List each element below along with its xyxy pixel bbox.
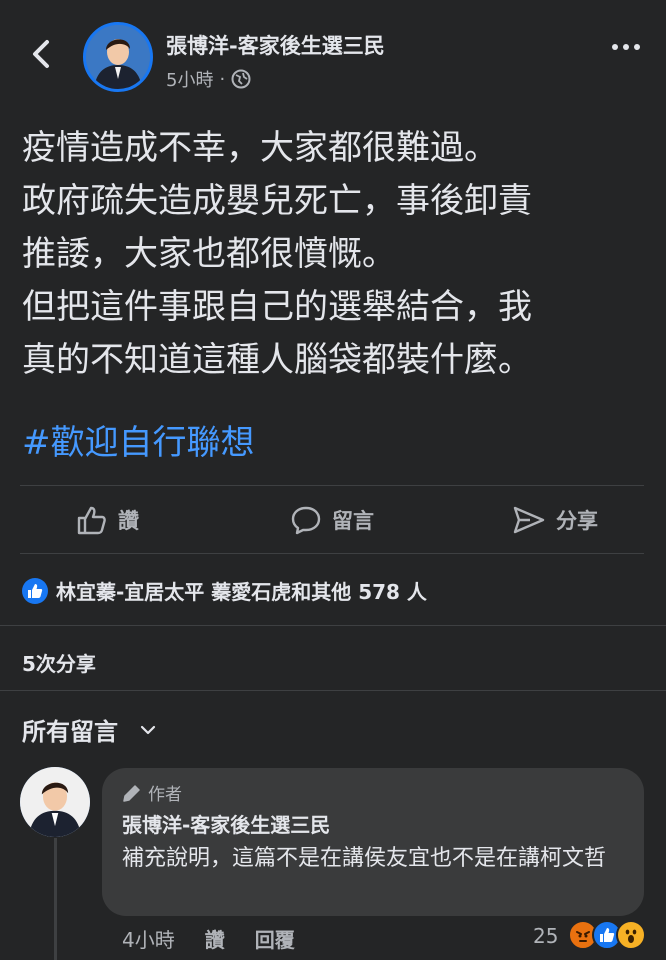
share-label: 分享: [556, 509, 598, 533]
commenter-avatar[interactable]: [20, 767, 90, 837]
comment-reply-button[interactable]: 回覆: [255, 924, 295, 953]
comments-filter[interactable]: 所有留言: [22, 712, 156, 747]
reactions-summary[interactable]: 林宜蓁-宜居太平 蓁愛石虎和其他 578 人: [22, 576, 427, 605]
divider: [20, 553, 644, 554]
meta-separator: ·: [219, 68, 226, 90]
post-line: 真的不知道這種人腦袋都裝什麼。: [22, 340, 532, 380]
thumbs-up-icon: [77, 506, 106, 535]
thread-line: [54, 838, 57, 960]
author-avatar[interactable]: [83, 22, 153, 92]
post-line: 推諉，大家也都很憤慨。: [22, 234, 396, 274]
globe-icon: [231, 69, 251, 89]
wow-reaction-icon: [616, 920, 646, 950]
pencil-icon: [123, 784, 140, 802]
like-reaction-icon: [22, 577, 48, 604]
reactions-text: 林宜蓁-宜居太平 蓁愛石虎和其他 578 人: [56, 580, 427, 604]
comment-reaction-count[interactable]: 25: [533, 924, 558, 948]
dot-icon: [612, 44, 618, 50]
more-options-button[interactable]: [612, 44, 640, 50]
post-meta: 5小時 ·: [166, 66, 251, 92]
author-badge-label: 作者: [148, 785, 182, 805]
chevron-down-icon: [140, 725, 156, 734]
author-name[interactable]: 張博洋-客家後生選三民: [166, 30, 385, 60]
comment-bubble[interactable]: 作者 張博洋-客家後生選三民 補充說明，這篇不是在講侯友宜也不是在講柯文哲: [102, 768, 644, 916]
avatar-image: [20, 767, 90, 837]
share-icon: [513, 506, 545, 534]
shares-count[interactable]: 5次分享: [22, 648, 96, 677]
back-button[interactable]: [26, 34, 56, 74]
comment-like-button[interactable]: 讚: [205, 924, 225, 953]
comment-label: 留言: [332, 509, 374, 533]
comment-icon: [291, 506, 321, 535]
post-line: 疫情造成不幸，大家都很難過。: [22, 128, 498, 168]
like-button[interactable]: 讚: [76, 500, 139, 540]
commenter-name[interactable]: 張博洋-客家後生選三民: [122, 809, 624, 838]
comment-reactions[interactable]: [568, 920, 646, 950]
avatar-image: [86, 25, 150, 89]
hashtag-link[interactable]: #歡迎自行聯想: [22, 415, 255, 464]
comment-text: 補充說明，這篇不是在講侯友宜也不是在講柯文哲: [122, 846, 607, 871]
dot-icon: [634, 44, 640, 50]
chevron-left-icon: [33, 40, 49, 68]
share-button[interactable]: 分享: [512, 500, 598, 540]
divider: [20, 485, 644, 486]
comments-filter-label: 所有留言: [22, 718, 118, 746]
divider: [0, 690, 666, 691]
comment-button[interactable]: 留言: [290, 500, 374, 540]
post-line: 但把這件事跟自己的選舉結合，我: [22, 287, 532, 327]
post-line: 政府疏失造成嬰兒死亡，事後卸責: [22, 181, 532, 221]
dot-icon: [623, 44, 629, 50]
post-time[interactable]: 5小時: [166, 66, 213, 92]
divider: [0, 625, 666, 626]
comment-meta: 4小時 讚 回覆: [122, 924, 295, 953]
like-label: 讚: [118, 509, 139, 533]
author-badge: 作者: [122, 780, 624, 805]
comment-time[interactable]: 4小時: [122, 924, 175, 953]
post-text: 疫情造成不幸，大家都很難過。 政府疏失造成嬰兒死亡，事後卸責 推諉，大家也都很憤…: [22, 122, 652, 387]
